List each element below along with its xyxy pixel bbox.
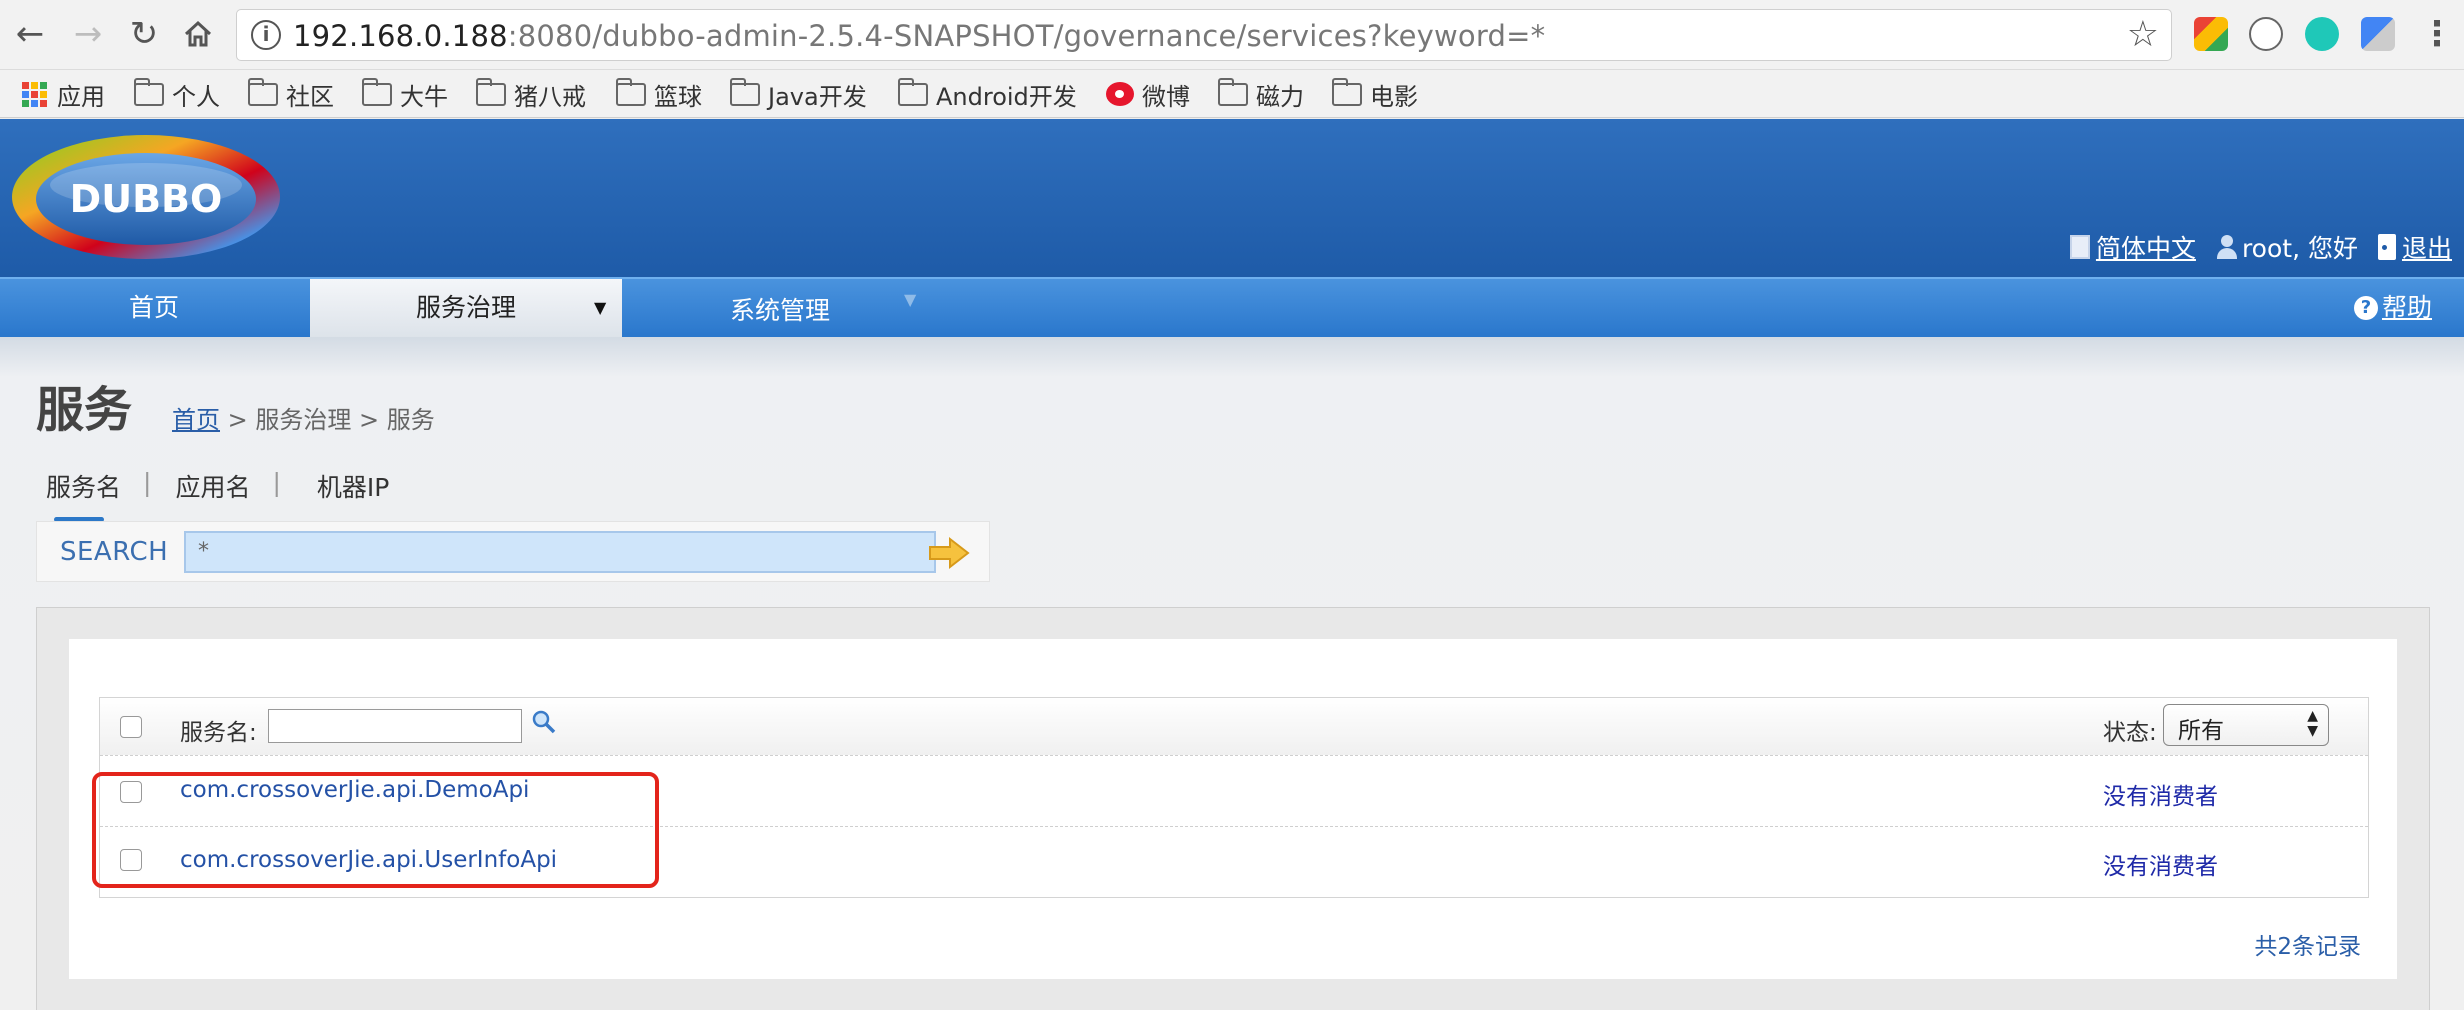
help-icon: ? bbox=[2353, 296, 2378, 320]
tab-separator: | bbox=[143, 468, 152, 497]
folder-icon bbox=[729, 77, 760, 106]
consumer-status[interactable]: 没有消费者 bbox=[2103, 847, 2218, 881]
tab-app-name[interactable]: 应用名 bbox=[175, 468, 250, 504]
highlight-annotation bbox=[92, 772, 659, 888]
dubbo-logo[interactable]: DUBBO bbox=[4, 129, 284, 269]
search-go-arrow-icon[interactable] bbox=[927, 536, 971, 570]
weibo-icon bbox=[1106, 82, 1134, 106]
menu-item-home[interactable]: 首页 bbox=[0, 279, 308, 337]
select-all-checkbox[interactable] bbox=[120, 716, 142, 738]
service-filter-label: 服务名: bbox=[180, 720, 257, 746]
search-label: SEARCH bbox=[60, 537, 169, 567]
browser-menu-icon[interactable]: ⋮ bbox=[2420, 14, 2454, 54]
help-label[interactable]: 帮助 bbox=[2382, 279, 2432, 337]
bookmark-folder[interactable]: 篮球 bbox=[615, 76, 702, 112]
status-select-value: 所有 bbox=[2178, 718, 2224, 744]
tab-service-name[interactable]: 服务名 bbox=[46, 468, 121, 522]
breadcrumb-home[interactable]: 首页 bbox=[172, 406, 220, 434]
page-title: 服务 bbox=[36, 382, 133, 438]
bookmark-star-icon[interactable]: ☆ bbox=[2127, 14, 2159, 55]
home-icon[interactable] bbox=[178, 14, 218, 54]
tab-separator: | bbox=[272, 468, 281, 497]
logout-label[interactable]: 退出 bbox=[2402, 229, 2452, 265]
url-text: 192.168.0.188:8080/dubbo-admin-2.5.4-SNA… bbox=[293, 19, 1546, 53]
folder-icon bbox=[1217, 77, 1248, 106]
bookmark-folder[interactable]: 猪八戒 bbox=[475, 76, 586, 112]
exit-door-icon bbox=[2377, 234, 2396, 260]
search-tabs: 服务名 | 应用名 | 机器IP bbox=[46, 468, 389, 522]
status-filter-label: 状态: bbox=[2103, 720, 2157, 746]
table-header: 服务名: 状态: 所有 ▲ ▼ bbox=[100, 698, 2368, 756]
user-greeting: root, 您好 bbox=[2216, 229, 2358, 265]
reload-icon[interactable]: ↻ bbox=[124, 14, 164, 54]
forward-icon[interactable]: → bbox=[68, 14, 108, 54]
apps-grid-icon bbox=[22, 81, 47, 107]
help-link[interactable]: ? 帮助 bbox=[2353, 279, 2432, 337]
language-link[interactable]: 简体中文 bbox=[2069, 229, 2196, 265]
address-bar[interactable]: i 192.168.0.188:8080/dubbo-admin-2.5.4-S… bbox=[236, 9, 2172, 61]
folder-icon bbox=[475, 77, 506, 106]
bookmark-folder[interactable]: 磁力 bbox=[1217, 76, 1304, 112]
tab-machine-ip[interactable]: 机器IP bbox=[317, 468, 389, 504]
bookmark-folder[interactable]: Java开发 bbox=[729, 76, 867, 112]
user-greeting-text: root, 您好 bbox=[2241, 234, 2358, 263]
search-box: SEARCH * bbox=[36, 521, 990, 582]
main-menu: 首页 服务治理 ▼ 系统管理 ▼ ? 帮助 bbox=[0, 277, 2464, 337]
bookmark-folder[interactable]: 电影 bbox=[1331, 76, 1418, 112]
logo-text: DUBBO bbox=[70, 177, 223, 221]
back-icon[interactable]: ← bbox=[10, 14, 50, 54]
language-label[interactable]: 简体中文 bbox=[2096, 229, 2196, 265]
select-updown-icon: ▲ ▼ bbox=[2307, 708, 2318, 739]
consumer-status[interactable]: 没有消费者 bbox=[2103, 777, 2218, 811]
extension-translate-icon[interactable] bbox=[2361, 17, 2395, 51]
search-icon[interactable] bbox=[531, 709, 557, 735]
search-input[interactable]: * bbox=[184, 531, 936, 573]
menu-item-governance[interactable]: 服务治理 ▼ bbox=[310, 279, 622, 337]
breadcrumb: 首页 > 服务治理 > 服务 bbox=[172, 400, 435, 435]
header-links: 简体中文 root, 您好 退出 bbox=[2050, 229, 2452, 265]
bookmark-folder[interactable]: 个人 bbox=[133, 76, 220, 112]
site-header: DUBBO 简体中文 root, 您好 退出 bbox=[0, 119, 2464, 277]
extension-m-icon[interactable] bbox=[2305, 17, 2339, 51]
extension-pocket-icon[interactable] bbox=[2249, 17, 2283, 51]
bookmark-folder[interactable]: Android开发 bbox=[897, 76, 1077, 112]
bookmark-apps[interactable]: 应用 bbox=[22, 76, 105, 112]
folder-icon bbox=[247, 77, 278, 106]
folder-icon bbox=[133, 77, 164, 106]
menu-item-system[interactable]: 系统管理 ▼ bbox=[624, 279, 936, 337]
folder-icon bbox=[361, 77, 392, 106]
breadcrumb-trail: > 服务治理 > 服务 bbox=[220, 406, 435, 434]
dropdown-arrow-icon: ▼ bbox=[594, 298, 607, 317]
folder-icon bbox=[1331, 77, 1362, 106]
folder-icon bbox=[615, 77, 646, 106]
browser-toolbar: ← → ↻ i 192.168.0.188:8080/dubbo-admin-2… bbox=[0, 0, 2464, 70]
bookmark-folder[interactable]: 大牛 bbox=[361, 76, 448, 112]
user-icon bbox=[2216, 235, 2238, 259]
service-filter-input[interactable] bbox=[268, 709, 522, 743]
logout-link[interactable]: 退出 bbox=[2377, 229, 2452, 265]
site-info-icon[interactable]: i bbox=[251, 20, 281, 50]
bookmarks-bar: 应用 个人 社区 大牛 猪八戒 篮球 Java开发 Android开发 微博 磁… bbox=[0, 70, 2464, 118]
bookmark-folder[interactable]: 社区 bbox=[247, 76, 334, 112]
extension-download-icon[interactable] bbox=[2194, 17, 2228, 51]
document-icon bbox=[2069, 235, 2090, 259]
folder-icon bbox=[897, 77, 928, 106]
dropdown-arrow-icon: ▼ bbox=[904, 290, 917, 309]
record-count: 共2条记录 bbox=[2254, 934, 2361, 960]
bookmark-weibo[interactable]: 微博 bbox=[1106, 76, 1190, 112]
status-select[interactable]: 所有 ▲ ▼ bbox=[2163, 704, 2329, 746]
